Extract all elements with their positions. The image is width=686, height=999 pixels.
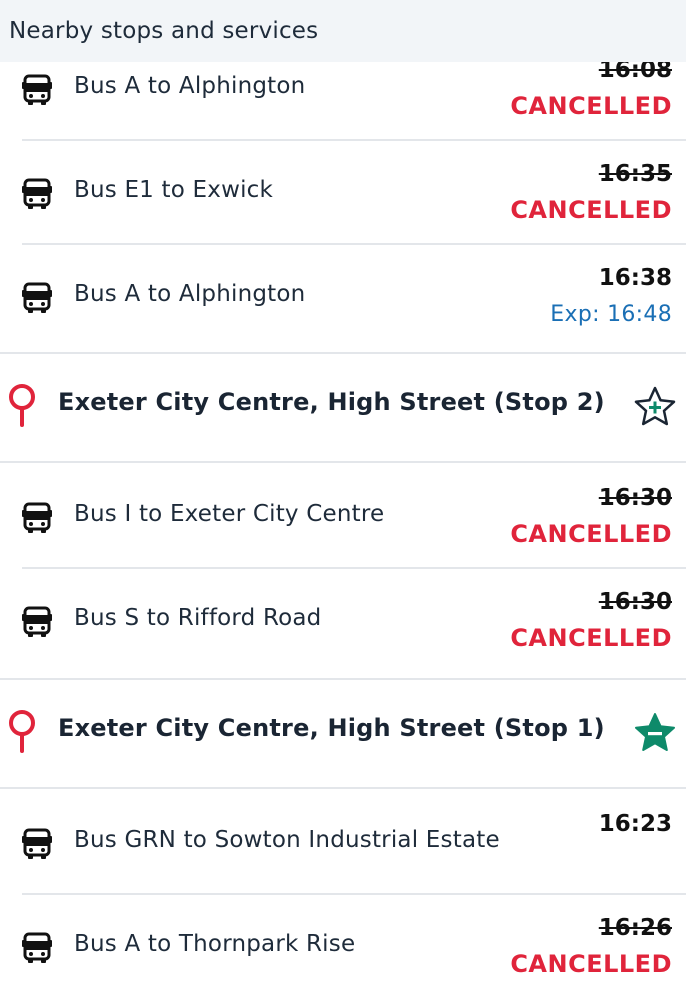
bus-icon xyxy=(22,828,52,859)
service-route: Bus A to Alphington xyxy=(74,73,306,99)
service-route: Bus A to Thornpark Rise xyxy=(74,931,356,957)
star-remove-icon[interactable] xyxy=(633,711,677,755)
service-route: Bus GRN to Sowton Industrial Estate xyxy=(74,827,500,853)
bus-icon xyxy=(22,74,52,105)
bus-icon xyxy=(22,282,52,313)
scheduled-time: 16:23 xyxy=(598,811,672,837)
scheduled-time: 16:38 xyxy=(598,265,672,291)
expected-time: Exp: 16:48 xyxy=(550,302,672,327)
service-route: Bus A to Alphington xyxy=(74,281,306,307)
bus-icon xyxy=(22,932,52,963)
status-cancelled: CANCELLED xyxy=(510,196,672,224)
service-row[interactable]: Bus A to Thornpark Rise 16:26 CANCELLED xyxy=(22,895,686,999)
star-add-icon[interactable] xyxy=(633,385,677,429)
stop-header[interactable]: Exeter City Centre, High Street (Stop 1) xyxy=(0,678,686,789)
page-title: Nearby stops and services xyxy=(9,18,319,44)
service-route: Bus I to Exeter City Centre xyxy=(74,501,385,527)
stop-name: Exeter City Centre, High Street (Stop 1) xyxy=(58,714,605,742)
bus-icon xyxy=(22,178,52,209)
service-row[interactable]: Bus A to Alphington 16:38 Exp: 16:48 xyxy=(22,245,686,349)
scheduled-time: 16:30 xyxy=(598,485,672,511)
scheduled-time: 16:35 xyxy=(598,161,672,187)
page-header: Nearby stops and services xyxy=(0,0,686,62)
service-route: Bus E1 to Exwick xyxy=(74,177,274,203)
service-row[interactable]: Bus GRN to Sowton Industrial Estate 16:2… xyxy=(22,791,686,895)
location-pin-icon xyxy=(9,384,35,427)
service-row[interactable]: Bus I to Exeter City Centre 16:30 CANCEL… xyxy=(22,465,686,569)
scheduled-time: 16:30 xyxy=(598,589,672,615)
status-cancelled: CANCELLED xyxy=(510,92,672,120)
service-row[interactable]: Bus S to Rifford Road 16:30 CANCELLED xyxy=(22,569,686,673)
status-cancelled: CANCELLED xyxy=(510,624,672,652)
bus-icon xyxy=(22,606,52,637)
stop-name: Exeter City Centre, High Street (Stop 2) xyxy=(58,388,605,416)
stop-header[interactable]: Exeter City Centre, High Street (Stop 2) xyxy=(0,352,686,463)
status-cancelled: CANCELLED xyxy=(510,520,672,548)
status-cancelled: CANCELLED xyxy=(510,950,672,978)
bus-icon xyxy=(22,502,52,533)
location-pin-icon xyxy=(9,710,35,753)
service-row[interactable]: Bus E1 to Exwick 16:35 CANCELLED xyxy=(22,141,686,245)
scheduled-time: 16:26 xyxy=(598,915,672,941)
service-route: Bus S to Rifford Road xyxy=(74,605,322,631)
